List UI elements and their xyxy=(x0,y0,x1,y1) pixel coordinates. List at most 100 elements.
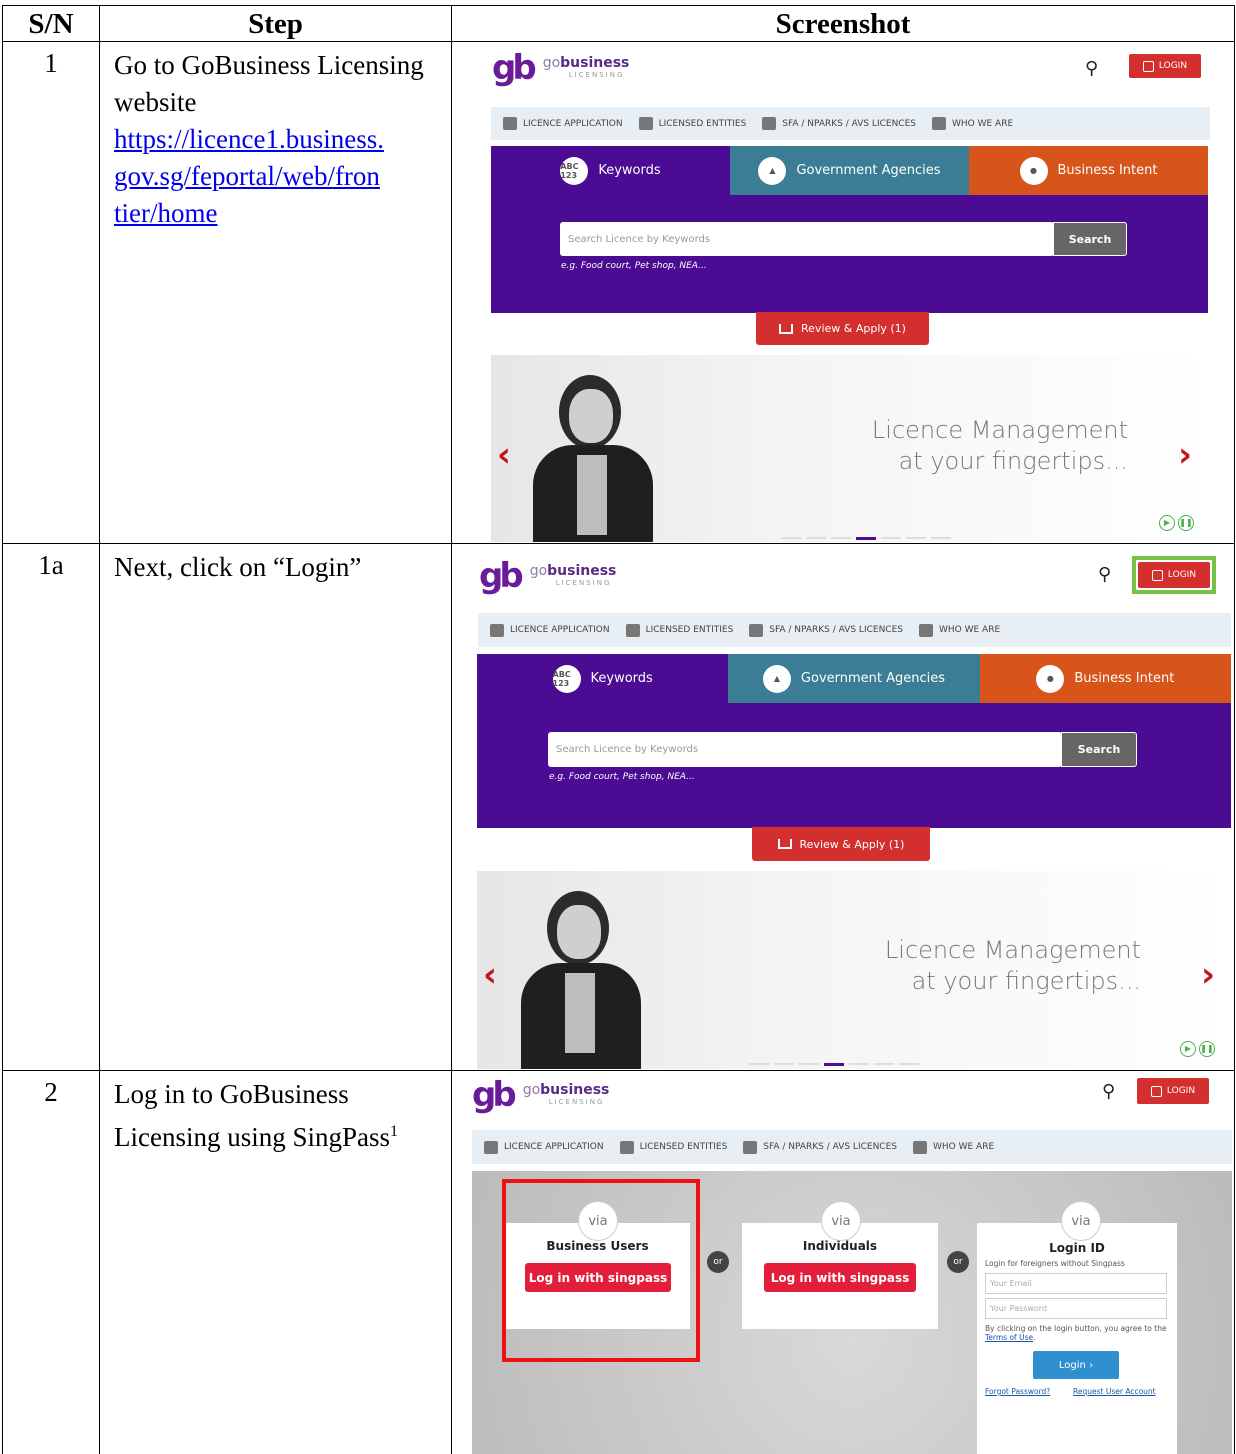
business-users-highlight xyxy=(502,1179,700,1362)
nav-licence-application[interactable]: LICENCE APPLICATION xyxy=(503,117,623,130)
tab-keywords[interactable]: ABC 123 Keywords xyxy=(491,146,730,195)
individuals-singpass-button[interactable]: Log in with singpass xyxy=(764,1263,916,1292)
table-header-row: S/N Step Screenshot xyxy=(2,5,1235,42)
table-row: 1a Next, click on “Login” gb gobusiness L… xyxy=(2,543,1235,1071)
search-button[interactable]: Search xyxy=(1061,732,1137,767)
gobusiness-link[interactable]: https://licence1.business. gov.sg/feporta… xyxy=(114,124,384,228)
nav-licensed-entities[interactable]: LICENSED ENTITIES xyxy=(638,117,746,130)
screenshot-cell: gb gobusiness LICENSING ⚲ LOGIN LICENCE A… xyxy=(451,1070,1235,1454)
nav-licensed-entities[interactable]: LICENSED ENTITIES xyxy=(619,1140,727,1154)
via-badge: via xyxy=(821,1201,861,1241)
row-sn: 1a xyxy=(2,543,100,1071)
table-row: 1 Go to GoBusiness Licensing website htt… xyxy=(2,41,1235,544)
hero-banner: Licence Management at your fingertips... … xyxy=(491,355,1208,542)
briefcase-icon xyxy=(638,117,653,130)
carousel-controls[interactable]: ▶ ❚❚ xyxy=(1159,515,1194,531)
search-input[interactable]: Search Licence by Keywords xyxy=(548,732,1062,767)
main-nav: LICENCE APPLICATION LICENSED ENTITIES SF… xyxy=(491,107,1210,140)
screenshot-cell: gb gobusiness LICENSING ⚲ LOGIN LICENCE A… xyxy=(451,41,1235,544)
pause-icon: ❚❚ xyxy=(1178,515,1194,531)
nav-who-we-are[interactable]: WHO WE ARE xyxy=(932,117,1013,130)
tab-government-agencies[interactable]: ▲ Government Agencies xyxy=(728,654,980,703)
row-step: Next, click on “Login” xyxy=(99,543,452,1071)
header-screenshot: Screenshot xyxy=(451,5,1235,42)
search-tabs: ABC 123 Keywords ▲ Government Agencies ● Bu… xyxy=(491,146,1208,195)
chevron-right-icon[interactable]: › xyxy=(1201,955,1215,995)
homepage-screenshot-login: gb gobusiness LICENSING ⚲ LOGIN LICENCE A… xyxy=(477,544,1232,1069)
search-icon[interactable]: ⚲ xyxy=(1098,564,1111,585)
chevron-left-icon[interactable]: ‹ xyxy=(497,435,511,475)
carousel-controls[interactable]: ▶ ❚❚ xyxy=(1180,1041,1215,1057)
people-icon: ● xyxy=(1019,156,1048,185)
nav-licensed-entities[interactable]: LICENSED ENTITIES xyxy=(625,623,733,637)
terms-notice: By clicking on the login button, you agr… xyxy=(985,1324,1167,1342)
table-row: 2 Log in to GoBusiness Licensing using S… xyxy=(2,1070,1235,1454)
exchange-icon xyxy=(749,623,764,637)
nav-sfa-nparks-avs[interactable]: SFA / NPARKS / AVS LICENCES xyxy=(749,623,903,637)
search-input[interactable]: Search Licence by Keywords xyxy=(560,222,1054,256)
login-id-title: Login ID xyxy=(1049,1241,1105,1255)
link-line: gov.sg/feportal/web/fron xyxy=(114,161,380,191)
nav-sfa-nparks-avs[interactable]: SFA / NPARKS / AVS LICENCES xyxy=(762,117,916,130)
woman-photo xyxy=(509,891,659,1069)
chevron-left-icon[interactable]: ‹ xyxy=(483,955,497,995)
institution-icon xyxy=(913,1140,927,1154)
row-step: Go to GoBusiness Licensing website https… xyxy=(99,41,452,544)
nav-licence-application[interactable]: LICENCE APPLICATION xyxy=(490,623,610,637)
row-sn: 1 xyxy=(2,41,100,544)
carousel-dots[interactable] xyxy=(749,1063,919,1066)
logo-text: gobusiness LICENSING xyxy=(542,54,630,79)
logo-mark: gb xyxy=(479,556,524,596)
or-badge: or xyxy=(707,1251,729,1273)
search-icon[interactable]: ⚲ xyxy=(1102,1081,1115,1102)
tab-government-agencies[interactable]: ▲ Government Agencies xyxy=(730,146,969,195)
woman-photo xyxy=(521,375,671,542)
tab-business-intent[interactable]: ● Business Intent xyxy=(979,654,1231,703)
search-button[interactable]: Search xyxy=(1053,222,1127,256)
logo-text: gobusiness LICENSING xyxy=(529,562,617,587)
nav-who-we-are[interactable]: WHO WE ARE xyxy=(913,1140,994,1154)
exchange-icon xyxy=(743,1140,758,1154)
tab-business-intent[interactable]: ● Business Intent xyxy=(969,146,1208,195)
login-id-button[interactable]: Login › xyxy=(1033,1351,1119,1379)
search-icon[interactable]: ⚲ xyxy=(1085,58,1098,79)
email-field[interactable]: Your Email xyxy=(985,1273,1167,1294)
chevron-right-icon[interactable]: › xyxy=(1178,435,1192,475)
play-icon: ▶ xyxy=(1159,515,1175,531)
password-field[interactable]: Your Password xyxy=(985,1298,1167,1319)
site-header: gb gobusiness LICENSING ⚲ LOGIN xyxy=(472,1071,1232,1127)
banner-tagline: Licence Management at your fingertips... xyxy=(884,936,1141,995)
hero-banner: Licence Management at your fingertips... … xyxy=(477,871,1231,1069)
review-apply-button[interactable]: Review & Apply (1) xyxy=(756,312,929,345)
login-id-card: Login ID Login for foreigners without Si… xyxy=(977,1223,1177,1454)
review-apply-button[interactable]: Review & Apply (1) xyxy=(752,827,930,861)
login-id-subtitle: Login for foreigners without Singpass xyxy=(985,1259,1125,1268)
search-hero: ABC 123 Keywords ▲ Government Agencies ● Bu… xyxy=(477,654,1231,828)
row-step: Log in to GoBusiness Licensing using Sin… xyxy=(99,1070,452,1454)
site-header: gb gobusiness LICENSING ⚲ LOGIN xyxy=(490,42,1210,98)
link-line: https://licence1.business. xyxy=(114,124,384,154)
tab-keywords[interactable]: ABC 123 Keywords xyxy=(477,654,729,703)
lock-icon xyxy=(1142,60,1154,72)
via-badge: via xyxy=(1061,1201,1101,1241)
carousel-dots[interactable] xyxy=(781,537,951,540)
gobusiness-logo: gb gobusiness LICENSING xyxy=(479,556,616,596)
forgot-password-link[interactable]: Forgot Password? xyxy=(985,1387,1050,1396)
terms-of-use-link[interactable]: Terms of Use xyxy=(985,1333,1033,1342)
abc-123-icon: ABC 123 xyxy=(560,156,589,185)
nav-licence-application[interactable]: LICENCE APPLICATION xyxy=(484,1140,604,1154)
play-icon: ▶ xyxy=(1180,1041,1196,1057)
login-highlight xyxy=(1132,556,1216,594)
or-badge: or xyxy=(947,1251,969,1273)
institution-icon xyxy=(932,117,946,130)
nav-sfa-nparks-avs[interactable]: SFA / NPARKS / AVS LICENCES xyxy=(743,1140,897,1154)
logo-mark: gb xyxy=(472,1075,517,1115)
document-icon xyxy=(490,623,504,637)
request-account-link[interactable]: Request User Account xyxy=(1073,1387,1156,1396)
login-button[interactable]: LOGIN xyxy=(1137,1078,1209,1104)
nav-who-we-are[interactable]: WHO WE ARE xyxy=(919,623,1000,637)
row-sn: 2 xyxy=(2,1070,100,1454)
login-button[interactable]: LOGIN xyxy=(1129,54,1201,78)
step-text: Next, click on “Login” xyxy=(114,552,362,582)
banner-tagline: Licence Management at your fingertips... xyxy=(871,416,1128,475)
